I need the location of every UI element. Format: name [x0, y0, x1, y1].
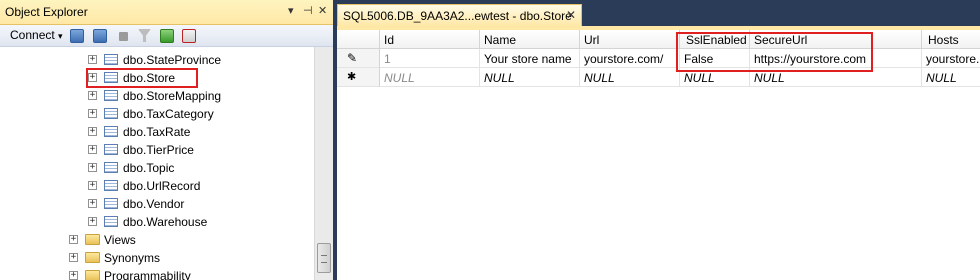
object-explorer-toolbar: Connect ▾: [0, 25, 333, 47]
activity-monitor-icon[interactable]: [182, 29, 196, 43]
expand-icon[interactable]: +: [88, 145, 97, 154]
folder-icon: [85, 252, 100, 263]
column-header-label: Name: [484, 33, 517, 47]
tree-highlight-box: [86, 68, 198, 88]
grid-cell[interactable]: yourstore.: [922, 49, 980, 68]
tab-title: SQL5006.DB_9AA3A2...ewtest - dbo.Store: [343, 9, 572, 23]
grid-cell[interactable]: 1: [380, 49, 480, 68]
tree-item-stateprovince[interactable]: + dbo.StateProvince: [88, 51, 308, 69]
table-icon: [104, 216, 118, 227]
expand-icon[interactable]: +: [88, 199, 97, 208]
tree-item-tierprice[interactable]: + dbo.TierPrice: [88, 141, 308, 159]
tree-item-label: dbo.Warehouse: [123, 215, 208, 229]
row-selector-header[interactable]: [337, 30, 380, 49]
expand-icon[interactable]: +: [88, 127, 97, 136]
tree-item-label: dbo.StoreMapping: [123, 89, 222, 103]
refresh-icon[interactable]: [160, 29, 174, 43]
expand-icon[interactable]: +: [88, 163, 97, 172]
tree-item-label: Views: [104, 233, 136, 247]
tree-scrollbar[interactable]: [314, 47, 333, 280]
tree-item-label: Programmability: [104, 269, 191, 280]
tree-item-vendor[interactable]: + dbo.Vendor: [88, 195, 308, 213]
column-header-url[interactable]: Url: [580, 30, 680, 49]
pencil-icon: ✎: [347, 51, 358, 65]
tree-item-label: dbo.Topic: [123, 161, 175, 175]
column-header-label: Id: [384, 33, 395, 47]
tree-item-label: dbo.UrlRecord: [123, 179, 201, 193]
close-icon[interactable]: ✕: [318, 4, 327, 17]
table-icon: [104, 108, 118, 119]
tree-item-label: dbo.Vendor: [123, 197, 185, 211]
expand-icon[interactable]: +: [88, 109, 97, 118]
disconnect-icon[interactable]: [93, 29, 107, 43]
tab-dbo-store[interactable]: SQL5006.DB_9AA3A2...ewtest - dbo.Store ✕: [337, 4, 582, 26]
tree-item-label: dbo.TierPrice: [123, 143, 194, 157]
object-explorer-titlebar: Object Explorer ▾ ⊣ ✕: [0, 0, 333, 25]
column-header-name[interactable]: Name: [480, 30, 580, 49]
tree-item-taxrate[interactable]: + dbo.TaxRate: [88, 123, 308, 141]
folder-icon: [85, 234, 100, 245]
tree-folder-views[interactable]: + Views: [69, 231, 309, 249]
expand-icon[interactable]: +: [69, 271, 78, 280]
row-selector[interactable]: ✱: [337, 68, 380, 87]
table-icon: [104, 162, 118, 173]
tree-item-label: dbo.StateProvince: [123, 53, 222, 67]
connect-object-icon[interactable]: [70, 29, 84, 43]
grid-cell[interactable]: NULL: [580, 68, 680, 87]
stop-icon[interactable]: [119, 32, 128, 41]
grid-cell[interactable]: Your store name: [480, 49, 580, 68]
filter-icon[interactable]: [138, 29, 151, 42]
tree-item-label: dbo.TaxCategory: [123, 107, 214, 121]
grid-cell[interactable]: NULL: [922, 68, 980, 87]
grid-cell[interactable]: yourstore.com/: [580, 49, 680, 68]
object-explorer-panel: Object Explorer ▾ ⊣ ✕ Connect ▾ + dbo.St…: [0, 0, 333, 280]
expand-icon[interactable]: +: [88, 217, 97, 226]
table-icon: [104, 144, 118, 155]
scrollbar-thumb[interactable]: [317, 243, 331, 273]
folder-icon: [85, 270, 100, 280]
close-icon[interactable]: ✕: [566, 8, 576, 22]
chevron-down-icon: ▾: [58, 31, 63, 41]
tree-folder-programmability[interactable]: + Programmability: [69, 267, 309, 280]
table-icon: [104, 198, 118, 209]
expand-icon[interactable]: +: [69, 235, 78, 244]
new-row-icon: ✱: [347, 71, 357, 83]
tree-item-label: dbo.TaxRate: [123, 125, 191, 139]
pin-icon[interactable]: ⊣: [303, 4, 313, 17]
grid-highlight-box: [676, 32, 873, 72]
connect-button[interactable]: Connect ▾: [10, 28, 63, 42]
results-grid: Id Name Url SslEnabled SecureUrl Hosts ✎…: [337, 30, 980, 280]
tree-folder-synonyms[interactable]: + Synonyms: [69, 249, 309, 267]
grid-cell[interactable]: NULL: [480, 68, 580, 87]
expand-icon[interactable]: +: [69, 253, 78, 262]
grid-cell[interactable]: NULL: [380, 68, 480, 87]
expand-icon[interactable]: +: [88, 91, 97, 100]
column-header-id[interactable]: Id: [380, 30, 480, 49]
column-header-label: Hosts: [928, 33, 959, 47]
table-icon: [104, 126, 118, 137]
window-position-icon[interactable]: ▾: [288, 4, 294, 17]
tree-item-storemapping[interactable]: + dbo.StoreMapping: [88, 87, 308, 105]
column-header-label: Url: [584, 33, 600, 47]
expand-icon[interactable]: +: [88, 55, 97, 64]
table-icon: [104, 180, 118, 191]
column-header-hosts[interactable]: Hosts: [922, 30, 980, 49]
row-selector[interactable]: ✎: [337, 49, 380, 68]
tree-item-taxcategory[interactable]: + dbo.TaxCategory: [88, 105, 308, 123]
tree-item-warehouse[interactable]: + dbo.Warehouse: [88, 213, 308, 231]
tree-item-topic[interactable]: + dbo.Topic: [88, 159, 308, 177]
expand-icon[interactable]: +: [88, 181, 97, 190]
object-explorer-title: Object Explorer: [5, 5, 88, 19]
table-icon: [104, 54, 118, 65]
table-icon: [104, 90, 118, 101]
tree-item-label: Synonyms: [104, 251, 161, 265]
connect-button-label: Connect: [10, 28, 55, 42]
tree-item-urlrecord[interactable]: + dbo.UrlRecord: [88, 177, 308, 195]
